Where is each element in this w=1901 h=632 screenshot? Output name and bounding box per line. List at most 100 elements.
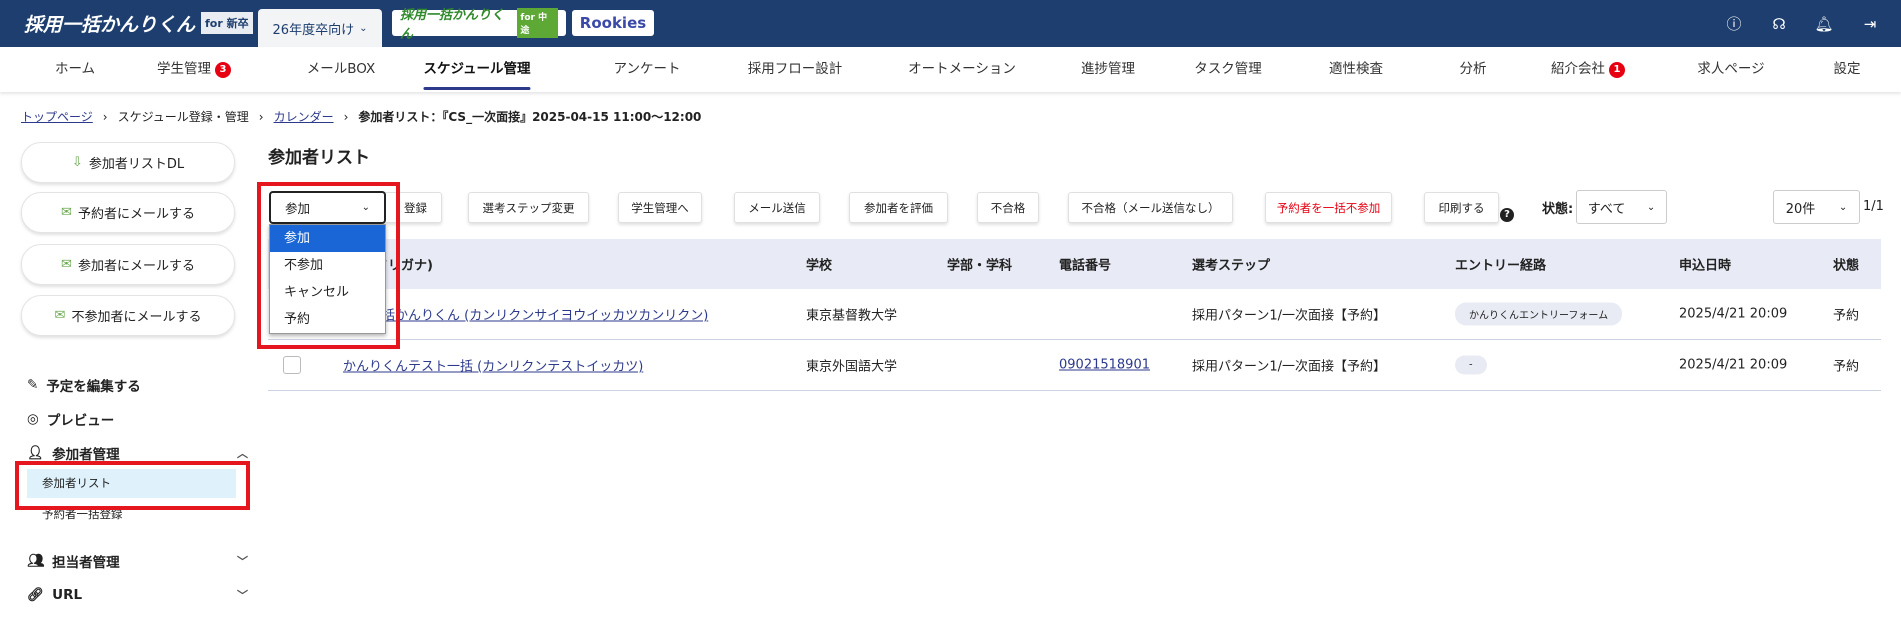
status-label: 状態: [1542, 202, 1574, 217]
nav-students[interactable]: 学生管理 3 [157, 47, 231, 92]
nav-progress[interactable]: 進捗管理 [1081, 47, 1135, 92]
download-list-button[interactable]: ⇩ 参加者リストDL [21, 142, 235, 183]
logo-tag: for 中途 [517, 8, 558, 38]
page-indicator: 1/1 [1863, 199, 1884, 214]
logout-icon[interactable]: ⇥ [1860, 14, 1880, 34]
highlight-box [257, 182, 400, 349]
phone-link[interactable]: 09021518901 [1059, 358, 1150, 373]
step: 採用パターン1/一次面接【予約】 [1192, 308, 1387, 324]
nav-label: 学生管理 [157, 61, 211, 77]
help-icon[interactable]: ⓘ [1724, 14, 1744, 34]
nav-label: 適性検査 [1329, 61, 1383, 77]
nav-job-page[interactable]: 求人ページ [1697, 47, 1764, 92]
sidebar-preview[interactable]: ◎ プレビュー [27, 409, 114, 429]
bulk-absent-button[interactable]: 予約者を一括不参加 [1265, 192, 1392, 223]
change-step-button[interactable]: 選考ステップ変更 [468, 192, 589, 223]
header-school: 学校 [806, 258, 833, 274]
nav-label: 分析 [1459, 61, 1487, 77]
to-students-button[interactable]: 学生管理へ [618, 192, 702, 223]
nav-automation[interactable]: オートメーション [908, 47, 1016, 92]
header-status: 状態 [1833, 258, 1860, 274]
student-name-link[interactable]: かんりくんテスト一括 (カンリクンテストイッカツ) [343, 356, 643, 375]
nav-label: アンケート [613, 61, 681, 77]
sidebar-edit-schedule[interactable]: ✎ 予定を編集する [27, 375, 141, 395]
sidebar-url[interactable]: 🔗︎ URL ﹀ [27, 587, 248, 603]
logo-shinsotsu[interactable]: 採用一括かんりくん for 新卒 [24, 10, 253, 36]
page-title: 参加者リスト [268, 148, 370, 168]
sidebar-participants[interactable]: 👤︎ 参加者管理 ︿ [27, 443, 248, 463]
breadcrumb-current: 参加者リスト：『CS_一次面接』2025-04-15 11:00〜12:00 [358, 110, 702, 124]
nav-home[interactable]: ホーム [55, 47, 95, 92]
nav-label: 進捗管理 [1081, 61, 1135, 77]
support-headset-icon[interactable]: ☊ [1769, 14, 1789, 34]
cloud-download-icon: ⇩ [71, 155, 83, 170]
breadcrumb-separator: › [343, 109, 349, 124]
breadcrumb-separator: › [258, 109, 264, 124]
nav-label: 採用フロー設計 [747, 61, 843, 77]
row-checkbox[interactable] [283, 356, 301, 374]
chevron-down-icon: ⌄ [1646, 201, 1656, 213]
help-icon[interactable]: ? [1500, 208, 1514, 222]
evaluate-button[interactable]: 参加者を評価 [849, 192, 948, 223]
header-date: 申込日時 [1679, 258, 1732, 274]
main-nav: ホーム 学生管理 3 メールBOX スケジュール管理 アンケート 採用フロー設計 … [0, 47, 1901, 92]
users-icon: 👥︎ [27, 553, 45, 569]
participants-table: 氏名(フリガナ) 学校 学部・学科 電話番号 選考ステップ エントリー経路 申込… [268, 239, 1881, 391]
button-label: 参加者にメールする [77, 259, 195, 274]
table-row: かんりくんテスト一括 (カンリクンテストイッカツ) 東京外国語大学 090215… [268, 340, 1881, 391]
count-badge: 1 [1609, 62, 1625, 78]
button-label: 不参加者にメールする [71, 310, 202, 325]
top-header: 採用一括かんりくん for 新卒 26年度卒向け ⌄ 採用一括かんりくん for 中途… [0, 0, 1901, 47]
table-header: 氏名(フリガナ) 学校 学部・学科 電話番号 選考ステップ エントリー経路 申込… [268, 239, 1881, 289]
logo-text: 採用一括かんりくん [400, 8, 505, 42]
logo-rookies[interactable]: Rookies [572, 10, 654, 36]
sidebar-label: 担当者管理 [52, 555, 120, 571]
chevron-down-icon: ⌄ [359, 22, 368, 34]
reject-no-mail-button[interactable]: 不合格（メール送信なし） [1068, 192, 1233, 223]
eye-icon: ◎ [27, 411, 39, 427]
route-chip: - [1455, 355, 1487, 375]
nav-mailbox[interactable]: メールBOX [307, 47, 376, 92]
nav-label: スケジュール管理 [423, 61, 531, 77]
print-button[interactable]: 印刷する [1424, 192, 1499, 223]
nav-label: 紹介会社 [1551, 61, 1605, 77]
nav-flow-design[interactable]: 採用フロー設計 [748, 47, 843, 92]
bell-icon[interactable]: 🔔︎ [1814, 14, 1834, 34]
sidebar-staff[interactable]: 👥︎ 担当者管理 ﹀ [27, 551, 248, 571]
breadcrumb-schedule: スケジュール登録・管理 [117, 110, 249, 124]
sidebar-label: URL [52, 587, 83, 603]
logo-chuto[interactable]: 採用一括かんりくん for 中途 [392, 8, 566, 42]
header-step: 選考ステップ [1192, 258, 1271, 274]
status: 予約 [1833, 359, 1860, 375]
header-route: エントリー経路 [1455, 258, 1547, 274]
year-selector[interactable]: 26年度卒向け ⌄ [258, 9, 382, 47]
status-filter-select[interactable]: すべて ⌄ [1576, 190, 1667, 224]
select-value: すべて [1587, 201, 1626, 217]
chevron-down-icon: ⌄ [1838, 201, 1848, 213]
user-icon: 👤︎ [27, 445, 45, 461]
sidebar-label: プレビュー [46, 413, 115, 429]
date: 2025/4/21 20:09 [1679, 306, 1788, 322]
send-mail-button[interactable]: メール送信 [734, 192, 820, 223]
nav-agencies[interactable]: 紹介会社 1 [1551, 47, 1625, 92]
mail-absentees-button[interactable]: ✉ 不参加者にメールする [21, 295, 235, 336]
reject-button[interactable]: 不合格 [977, 192, 1039, 223]
nav-tasks[interactable]: タスク管理 [1194, 47, 1262, 92]
school: 東京基督教大学 [806, 308, 898, 324]
breadcrumb-calendar[interactable]: カレンダー [274, 108, 334, 125]
logo-text: 採用一括かんりくん [24, 13, 196, 36]
nav-aptitude[interactable]: 適性検査 [1329, 47, 1383, 92]
nav-survey[interactable]: アンケート [614, 47, 681, 92]
nav-schedule[interactable]: スケジュール管理 [423, 47, 531, 92]
school: 東京外国語大学 [806, 359, 898, 375]
nav-label: ホーム [54, 61, 96, 77]
nav-label: タスク管理 [1194, 61, 1262, 77]
route-chip: かんりくんエントリーフォーム [1455, 302, 1623, 326]
nav-settings[interactable]: 設定 [1834, 47, 1861, 92]
per-page-select[interactable]: 20件 ⌄ [1773, 190, 1860, 224]
nav-label: 求人ページ [1697, 61, 1765, 77]
nav-analytics[interactable]: 分析 [1460, 47, 1487, 92]
breadcrumb-top[interactable]: トップページ [21, 108, 93, 125]
mail-participants-button[interactable]: ✉ 参加者にメールする [21, 244, 235, 285]
mail-reserved-button[interactable]: ✉ 予約者にメールする [21, 192, 235, 233]
